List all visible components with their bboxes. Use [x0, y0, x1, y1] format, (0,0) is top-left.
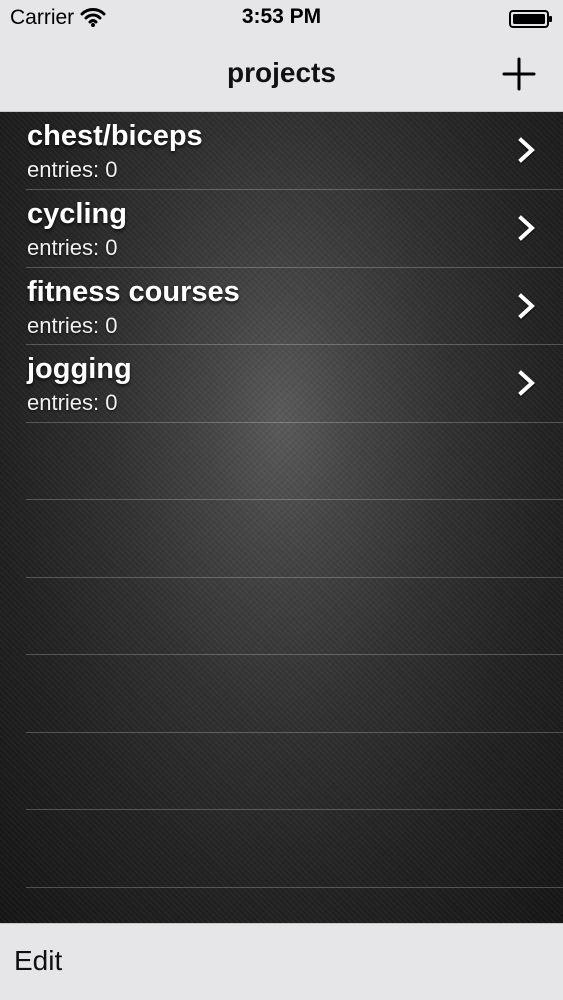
status-bar: Carrier 3:53 PM [0, 0, 563, 40]
projects-rows: chest/biceps entries: 0 cycling entries:… [0, 112, 563, 923]
status-time: 3:53 PM [241, 5, 322, 28]
ios-app-screen: Carrier 3:53 PM projects chest/biceps en… [0, 0, 563, 1000]
navigation-bar: projects [0, 40, 563, 112]
project-entries-count: entries: 0 [27, 235, 118, 260]
plus-icon [502, 57, 536, 91]
empty-row-divider [26, 654, 563, 655]
project-title: chest/biceps [27, 120, 203, 152]
project-entries-count: entries: 0 [27, 313, 118, 338]
list-divider [26, 267, 563, 268]
empty-row-divider [26, 887, 563, 888]
project-row-chest-biceps[interactable]: chest/biceps entries: 0 [0, 112, 563, 190]
add-project-button[interactable] [499, 54, 539, 94]
empty-row-divider [26, 809, 563, 810]
chevron-right-icon [518, 293, 535, 319]
list-divider [26, 422, 563, 423]
chevron-right-icon [518, 215, 535, 241]
projects-list[interactable]: chest/biceps entries: 0 cycling entries:… [0, 112, 563, 923]
project-title: jogging [27, 353, 132, 385]
page-title: projects [227, 57, 336, 88]
project-title: cycling [27, 198, 127, 230]
project-row-fitness-courses[interactable]: fitness courses entries: 0 [0, 268, 563, 346]
chevron-right-icon [518, 137, 535, 163]
list-divider [26, 344, 563, 345]
list-divider [26, 189, 563, 190]
project-entries-count: entries: 0 [27, 390, 118, 415]
edit-button[interactable]: Edit [14, 945, 62, 977]
project-title: fitness courses [27, 276, 240, 308]
empty-row-divider [26, 732, 563, 733]
battery-icon [509, 10, 553, 28]
chevron-right-icon [518, 370, 535, 396]
empty-row-divider [26, 499, 563, 500]
bottom-toolbar: Edit [0, 923, 563, 1000]
empty-row-divider [26, 577, 563, 578]
project-row-cycling[interactable]: cycling entries: 0 [0, 190, 563, 268]
project-row-jogging[interactable]: jogging entries: 0 [0, 345, 563, 423]
project-entries-count: entries: 0 [27, 157, 118, 182]
